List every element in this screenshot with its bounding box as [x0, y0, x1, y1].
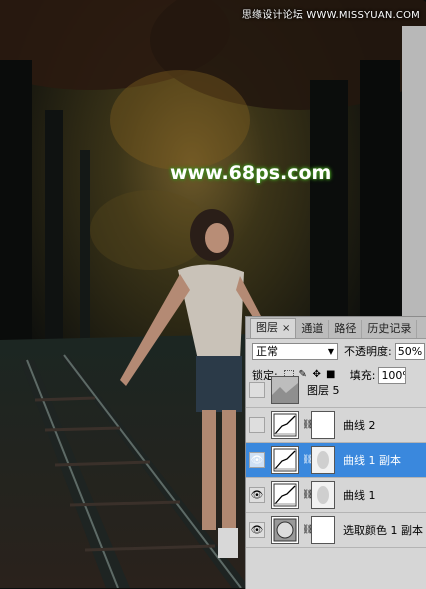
tab-history-label: 历史记录 — [367, 322, 412, 335]
blend-mode-value: 正常 — [256, 345, 278, 358]
tab-channels-label: 通道 — [301, 322, 324, 335]
layer-name: 曲线 1 副本 — [343, 454, 401, 467]
tab-channels[interactable]: 通道 — [296, 320, 330, 338]
tab-history[interactable]: 历史记录 — [362, 320, 418, 338]
layer-name: 图层 5 — [307, 384, 340, 397]
eye-icon[interactable]: 👁 — [249, 487, 265, 503]
chain-link-icon[interactable]: ⛓ — [302, 490, 313, 500]
curves-adjustment-icon — [271, 446, 299, 474]
tab-layers[interactable]: 图层 × — [250, 318, 297, 338]
tab-paths[interactable]: 路径 — [329, 320, 363, 338]
layer-mask-thumbnail[interactable] — [311, 411, 335, 439]
layer-thumbnail — [271, 376, 299, 404]
curves-adjustment-icon — [271, 411, 299, 439]
watermark-site-top: 思缘设计论坛 WWW.MISSYUAN.COM — [241, 10, 420, 21]
tab-paths-label: 路径 — [334, 322, 357, 335]
layer-name: 曲线 1 — [343, 489, 376, 502]
blend-row: 正常 ▼ 不透明度: 50% — [246, 339, 426, 363]
layer-mask-thumbnail[interactable] — [311, 516, 335, 544]
visibility-toggle[interactable] — [249, 382, 265, 398]
selective-color-icon — [271, 516, 299, 544]
layer-row[interactable]: 👁 ⛓ 曲线 1 副本 — [246, 443, 426, 478]
eye-icon[interactable]: 👁 — [249, 522, 265, 538]
layers-list: 图层 5 ⛓ 曲线 2 👁 ⛓ 曲线 1 副本 👁 ⛓ 曲线 1 👁 ⛓ 选取颜色 1 副本 — [246, 376, 426, 548]
opacity-field[interactable]: 50% — [394, 342, 425, 360]
layer-row[interactable]: 图层 5 — [246, 373, 426, 408]
visibility-toggle[interactable] — [249, 417, 265, 433]
layer-row[interactable]: ⛓ 曲线 2 — [246, 408, 426, 443]
canvas-gray-strip — [402, 26, 426, 316]
panel-tab-bar: 图层 × 通道 路径 历史记录 — [246, 317, 426, 339]
curves-adjustment-icon — [271, 481, 299, 509]
tab-layers-label: 图层 — [256, 321, 278, 334]
layers-panel: 图层 × 通道 路径 历史记录 正常 ▼ 不透明度: 50% 锁定: ✎ ✥ ■ … — [245, 316, 426, 589]
chain-link-icon[interactable]: ⛓ — [302, 455, 313, 465]
close-icon[interactable]: × — [282, 323, 290, 334]
layer-name: 曲线 2 — [343, 419, 376, 432]
layer-mask-thumbnail[interactable] — [311, 481, 335, 509]
watermark-site-center: www.68ps.com — [170, 162, 332, 184]
layer-row[interactable]: 👁 ⛓ 选取颜色 1 副本 — [246, 513, 426, 548]
chevron-down-icon: ▼ — [327, 346, 334, 356]
layer-row[interactable]: 👁 ⛓ 曲线 1 — [246, 478, 426, 513]
layer-name: 选取颜色 1 副本 — [343, 524, 423, 537]
blend-mode-select[interactable]: 正常 ▼ — [252, 342, 338, 360]
chain-link-icon[interactable]: ⛓ — [302, 525, 313, 535]
eye-icon[interactable]: 👁 — [249, 452, 265, 468]
opacity-label: 不透明度: — [344, 345, 392, 358]
layer-mask-thumbnail[interactable] — [311, 446, 335, 474]
chain-link-icon[interactable]: ⛓ — [302, 420, 313, 430]
